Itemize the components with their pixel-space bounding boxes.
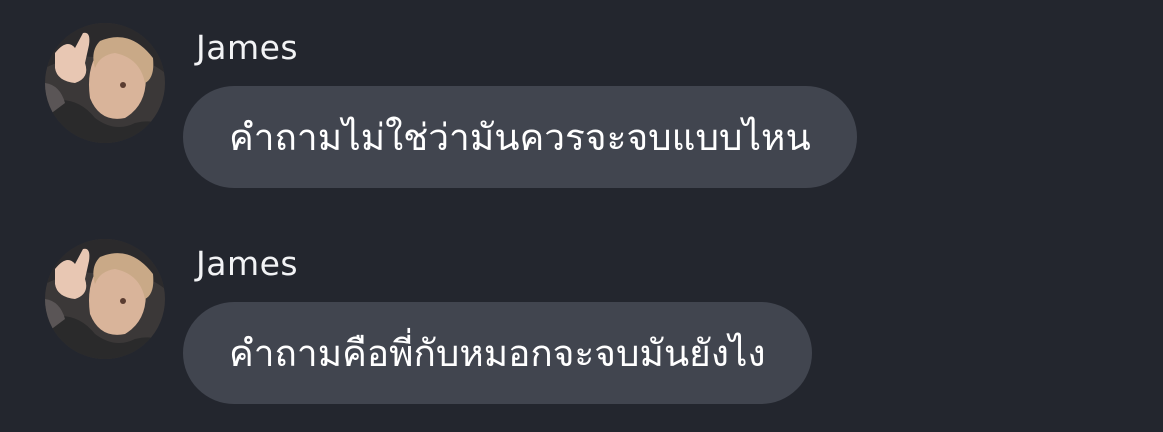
sender-name: James [196,244,299,283]
message-text: คำถามคือพี่กับหมอกจะจบมันยังไง [229,331,766,375]
message-text: คำถามไม่ใช่ว่ามันควรจะจบแบบไหน [229,115,811,159]
message-item: James คำถามคือพี่กับหมอกจะจบมันยังไง [0,216,1163,406]
message-bubble[interactable]: คำถามไม่ใช่ว่ามันควรจะจบแบบไหน [183,86,857,188]
avatar[interactable] [45,239,165,359]
avatar[interactable] [45,23,165,143]
avatar-photo [45,23,165,143]
avatar-photo [45,239,165,359]
sender-name: James [196,28,299,67]
message-item: James คำถามไม่ใช่ว่ามันควรจะจบแบบไหน [0,0,1163,190]
chat-thread: James คำถามไม่ใช่ว่ามันควรจะจบแบบไหน Jam… [0,0,1163,432]
message-bubble[interactable]: คำถามคือพี่กับหมอกจะจบมันยังไง [183,302,812,404]
